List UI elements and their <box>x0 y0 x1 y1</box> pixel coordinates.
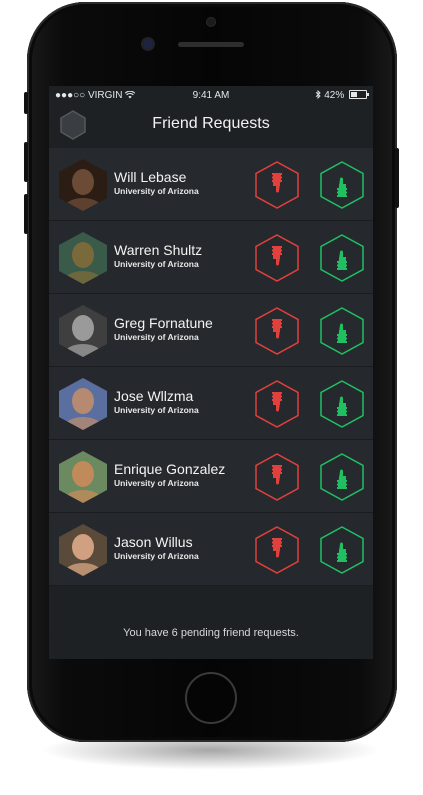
list-item[interactable]: Will Lebase University of Arizona <box>49 148 373 221</box>
volume-down-button <box>24 194 28 234</box>
requester-school: University of Arizona <box>114 332 199 342</box>
thumbs-up-icon <box>337 396 347 416</box>
requester-school: University of Arizona <box>114 186 199 196</box>
power-button <box>395 148 399 208</box>
accept-button[interactable] <box>319 525 365 575</box>
proximity-sensor <box>207 18 215 26</box>
list-item[interactable]: Jose Wllzma University of Arizona <box>49 367 373 440</box>
battery-icon <box>349 90 369 99</box>
friend-request-list: Will Lebase University of Arizona Warren S… <box>49 148 373 586</box>
volume-up-button <box>24 142 28 182</box>
avatar[interactable] <box>58 377 108 431</box>
pending-requests-message: You have 6 pending friend requests. <box>123 627 299 639</box>
list-item[interactable]: Jason Willus University of Arizona <box>49 513 373 586</box>
requester-name: Greg Fornatune <box>114 315 213 331</box>
thumbs-up-icon <box>337 469 347 489</box>
thumbs-down-icon <box>272 392 282 412</box>
requester-school: University of Arizona <box>114 405 199 415</box>
requester-school: University of Arizona <box>114 259 199 269</box>
app-screen: ●●●○○ VIRGIN 9:41 AM 42% Friend Requests… <box>49 86 373 659</box>
requester-name: Enrique Gonzalez <box>114 461 226 477</box>
accept-button[interactable] <box>319 379 365 429</box>
thumbs-down-icon <box>272 465 282 485</box>
list-item[interactable]: Greg Fornatune University of Arizona <box>49 294 373 367</box>
earpiece-speaker <box>178 42 244 47</box>
mute-switch <box>24 92 28 114</box>
thumbs-up-icon <box>337 323 347 343</box>
nav-bar: Friend Requests <box>49 104 373 146</box>
reject-button[interactable] <box>254 233 300 283</box>
thumbs-down-icon <box>272 538 282 558</box>
accept-button[interactable] <box>319 160 365 210</box>
requester-name: Will Lebase <box>114 169 187 185</box>
requester-school: University of Arizona <box>114 551 199 561</box>
list-item[interactable]: Warren Shultz University of Arizona <box>49 221 373 294</box>
accept-button[interactable] <box>319 233 365 283</box>
accept-button[interactable] <box>319 306 365 356</box>
reject-button[interactable] <box>254 525 300 575</box>
requester-name: Warren Shultz <box>114 242 203 258</box>
reject-button[interactable] <box>254 379 300 429</box>
thumbs-up-icon <box>337 177 347 197</box>
thumbs-up-icon <box>337 250 347 270</box>
thumbs-up-icon <box>337 542 347 562</box>
thumbs-down-icon <box>272 246 282 266</box>
avatar[interactable] <box>58 450 108 504</box>
avatar[interactable] <box>58 523 108 577</box>
avatar[interactable] <box>58 231 108 285</box>
list-item[interactable]: Enrique Gonzalez University of Arizona <box>49 440 373 513</box>
bluetooth-icon <box>315 89 324 101</box>
battery-percent: 42% <box>324 90 345 101</box>
accept-button[interactable] <box>319 452 365 502</box>
reject-button[interactable] <box>254 452 300 502</box>
requester-name: Jason Willus <box>114 534 193 550</box>
thumbs-down-icon <box>272 319 282 339</box>
front-camera <box>143 39 153 49</box>
reject-button[interactable] <box>254 306 300 356</box>
avatar[interactable] <box>58 304 108 358</box>
status-right: 42% <box>315 89 369 101</box>
requester-school: University of Arizona <box>114 478 199 488</box>
page-title: Friend Requests <box>152 115 270 132</box>
thumbs-down-icon <box>272 173 282 193</box>
requester-name: Jose Wllzma <box>114 388 194 404</box>
avatar[interactable] <box>58 158 108 212</box>
reject-button[interactable] <box>254 160 300 210</box>
home-button[interactable] <box>185 672 237 724</box>
status-bar: ●●●○○ VIRGIN 9:41 AM 42% <box>49 86 373 104</box>
